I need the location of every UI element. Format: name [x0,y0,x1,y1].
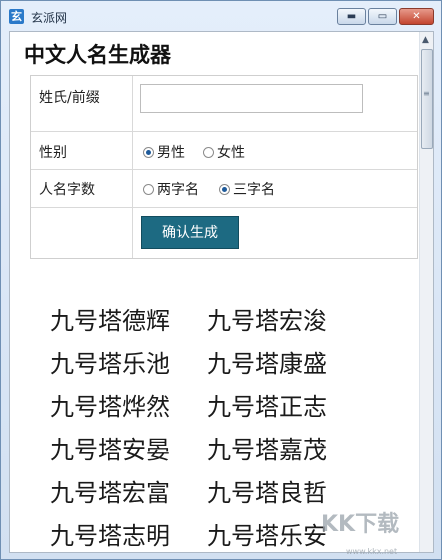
result-name: 九号塔德辉 [50,307,170,335]
gender-row: 性别 男性 女性 [31,132,417,170]
result-name: 九号塔志明 [50,522,170,550]
radio-checked-icon [219,183,230,195]
result-name: 九号塔宏浚 [207,307,327,335]
surname-row: 姓氏/前缀 [31,76,417,132]
result-name: 九号塔正志 [207,393,327,421]
app-icon: 玄 [9,9,24,24]
window-title: 玄派网 [31,11,68,25]
content-area: 中文人名生成器 姓氏/前缀 性别 男性 女性 人名字数 两字名 三字名 确认生成… [9,31,434,553]
surname-label: 姓氏/前缀 [39,90,100,106]
page-title: 中文人名生成器 [24,42,171,67]
gender-male-label: 男性 [157,145,185,161]
result-row: 九号塔德辉 九号塔宏浚 [50,300,380,343]
maximize-button[interactable]: ▭ [368,8,397,25]
radio-unchecked-icon [143,183,154,195]
result-name: 九号塔乐池 [50,350,170,378]
result-name: 九号塔安晏 [50,436,170,464]
close-button[interactable]: ✕ [399,8,434,25]
length-row: 人名字数 两字名 三字名 [31,170,417,208]
result-row: 九号塔安晏 九号塔嘉茂 [50,429,380,472]
length-three-label: 三字名 [233,182,275,198]
result-row: 九号塔乐池 九号塔康盛 [50,343,380,386]
title-bar[interactable]: 玄 玄派网 ▬ ▭ ✕ [1,1,441,31]
length-two-label: 两字名 [157,182,199,198]
gender-female-label: 女性 [217,145,245,161]
result-row: 九号塔烨然 九号塔正志 [50,386,380,429]
grip-icon: ≡ [423,89,430,98]
radio-unchecked-icon [203,146,214,158]
length-three-radio[interactable]: 三字名 [219,179,275,199]
result-name: 九号塔宏富 [50,479,170,507]
submit-row: 确认生成 [31,208,417,258]
radio-checked-icon [143,146,154,158]
watermark-url: www.kkx.net [346,547,398,556]
result-name: 九号塔康盛 [207,350,327,378]
result-name: 九号塔嘉茂 [207,436,327,464]
vertical-scrollbar[interactable]: ▲ ≡ [419,32,433,552]
gender-female-radio[interactable]: 女性 [203,142,245,162]
watermark-logo: KK下载 [321,512,400,537]
minimize-button[interactable]: ▬ [337,8,366,25]
length-label: 人名字数 [39,182,95,198]
result-name: 九号塔烨然 [50,393,170,421]
gender-label: 性别 [39,145,67,161]
surname-input[interactable] [140,84,363,113]
app-window: 玄 玄派网 ▬ ▭ ✕ 中文人名生成器 姓氏/前缀 性别 男性 女性 人名字数 … [0,0,442,560]
length-two-radio[interactable]: 两字名 [143,179,199,199]
generator-form: 姓氏/前缀 性别 男性 女性 人名字数 两字名 三字名 确认生成 [30,75,418,259]
scrollbar-thumb[interactable] [421,49,433,149]
generate-button[interactable]: 确认生成 [141,216,239,249]
gender-male-radio[interactable]: 男性 [143,142,185,162]
scroll-up-icon[interactable]: ▲ [422,35,429,45]
